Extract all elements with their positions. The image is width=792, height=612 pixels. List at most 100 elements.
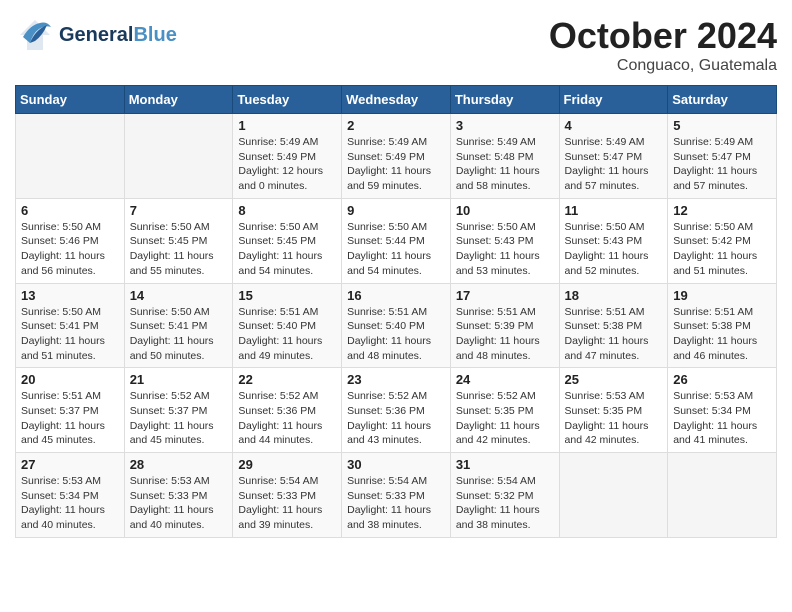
calendar-cell: 2Sunrise: 5:49 AM Sunset: 5:49 PM Daylig… [342, 114, 451, 199]
day-info: Sunrise: 5:52 AM Sunset: 5:36 PM Dayligh… [347, 389, 445, 448]
day-number: 20 [21, 372, 119, 387]
day-number: 27 [21, 457, 119, 472]
day-number: 17 [456, 288, 554, 303]
calendar-cell: 16Sunrise: 5:51 AM Sunset: 5:40 PM Dayli… [342, 283, 451, 368]
day-number: 22 [238, 372, 336, 387]
calendar-cell: 17Sunrise: 5:51 AM Sunset: 5:39 PM Dayli… [450, 283, 559, 368]
day-info: Sunrise: 5:49 AM Sunset: 5:47 PM Dayligh… [565, 135, 663, 194]
day-info: Sunrise: 5:54 AM Sunset: 5:32 PM Dayligh… [456, 474, 554, 533]
week-row-3: 13 Sunrise: 5:50 AM Sunset: 5:41 PM Dayli… [16, 283, 777, 368]
day-info: Sunrise: 5:49 AM Sunset: 5:48 PM Dayligh… [456, 135, 554, 194]
week-row-4: 20 Sunrise: 5:51 AM Sunset: 5:37 PM Dayli… [16, 368, 777, 453]
day-number: 12 [673, 203, 771, 218]
day-info: Sunrise: 5:50 AM Sunset: 5:43 PM Dayligh… [565, 220, 663, 279]
day-number: 15 [238, 288, 336, 303]
day-number: 24 [456, 372, 554, 387]
calendar-cell: 28Sunrise: 5:53 AM Sunset: 5:33 PM Dayli… [124, 453, 233, 538]
day-info: Sunrise: 5:50 AM Sunset: 5:43 PM Dayligh… [456, 220, 554, 279]
day-number: 8 [238, 203, 336, 218]
calendar-cell: 25 Sunrise: 5:53 AM Sunset: 5:35 PM Dayli… [559, 368, 668, 453]
day-info: Sunrise: 5:54 AM Sunset: 5:33 PM Dayligh… [347, 474, 445, 533]
logo: GeneralBlue [15, 15, 177, 55]
calendar-cell [559, 453, 668, 538]
calendar-cell: 29Sunrise: 5:54 AM Sunset: 5:33 PM Dayli… [233, 453, 342, 538]
calendar-cell: 6 Sunrise: 5:50 AM Sunset: 5:46 PM Daylig… [16, 198, 125, 283]
location: Conguaco, Guatemala [549, 57, 777, 75]
calendar-cell: 12 Sunrise: 5:50 AM Sunset: 5:42 PM Dayli… [668, 198, 777, 283]
day-info: Sunrise: 5:50 AM Sunset: 5:41 PM Dayligh… [21, 305, 119, 364]
day-info: Sunrise: 5:49 AM Sunset: 5:49 PM Dayligh… [238, 135, 336, 194]
logo-general-text: General [59, 24, 133, 47]
day-number: 7 [130, 203, 228, 218]
month-title: October 2024 [549, 15, 777, 57]
day-number: 3 [456, 118, 554, 133]
day-number: 19 [673, 288, 771, 303]
day-info: Sunrise: 5:49 AM Sunset: 5:47 PM Dayligh… [673, 135, 771, 194]
weekday-header-monday: Monday [124, 86, 233, 114]
day-number: 11 [565, 203, 663, 218]
title-section: October 2024 Conguaco, Guatemala [549, 15, 777, 75]
calendar-cell: 26 Sunrise: 5:53 AM Sunset: 5:34 PM Dayli… [668, 368, 777, 453]
calendar-cell: 24 Sunrise: 5:52 AM Sunset: 5:35 PM Dayli… [450, 368, 559, 453]
day-number: 1 [238, 118, 336, 133]
day-info: Sunrise: 5:54 AM Sunset: 5:33 PM Dayligh… [238, 474, 336, 533]
day-info: Sunrise: 5:50 AM Sunset: 5:45 PM Dayligh… [130, 220, 228, 279]
day-info: Sunrise: 5:49 AM Sunset: 5:49 PM Dayligh… [347, 135, 445, 194]
calendar-cell: 10 Sunrise: 5:50 AM Sunset: 5:43 PM Dayli… [450, 198, 559, 283]
day-number: 23 [347, 372, 445, 387]
logo-icon [15, 15, 55, 55]
logo-blue-text: Blue [133, 24, 176, 47]
day-info: Sunrise: 5:51 AM Sunset: 5:38 PM Dayligh… [673, 305, 771, 364]
day-number: 4 [565, 118, 663, 133]
calendar-cell: 3 Sunrise: 5:49 AM Sunset: 5:48 PM Daylig… [450, 114, 559, 199]
day-info: Sunrise: 5:51 AM Sunset: 5:38 PM Dayligh… [565, 305, 663, 364]
calendar-cell: 1 Sunrise: 5:49 AM Sunset: 5:49 PM Daylig… [233, 114, 342, 199]
day-info: Sunrise: 5:50 AM Sunset: 5:42 PM Dayligh… [673, 220, 771, 279]
weekday-header-wednesday: Wednesday [342, 86, 451, 114]
day-number: 13 [21, 288, 119, 303]
weekday-header-thursday: Thursday [450, 86, 559, 114]
weekday-header-friday: Friday [559, 86, 668, 114]
calendar-cell: 30Sunrise: 5:54 AM Sunset: 5:33 PM Dayli… [342, 453, 451, 538]
calendar-cell: 14Sunrise: 5:50 AM Sunset: 5:41 PM Dayli… [124, 283, 233, 368]
day-number: 25 [565, 372, 663, 387]
day-info: Sunrise: 5:53 AM Sunset: 5:35 PM Dayligh… [565, 389, 663, 448]
calendar-cell: 8 Sunrise: 5:50 AM Sunset: 5:45 PM Daylig… [233, 198, 342, 283]
day-info: Sunrise: 5:50 AM Sunset: 5:45 PM Dayligh… [238, 220, 336, 279]
week-row-1: 1 Sunrise: 5:49 AM Sunset: 5:49 PM Daylig… [16, 114, 777, 199]
day-number: 18 [565, 288, 663, 303]
calendar-cell: 31Sunrise: 5:54 AM Sunset: 5:32 PM Dayli… [450, 453, 559, 538]
day-number: 14 [130, 288, 228, 303]
weekday-header-row: SundayMondayTuesdayWednesdayThursdayFrid… [16, 86, 777, 114]
week-row-5: 27 Sunrise: 5:53 AM Sunset: 5:34 PM Dayli… [16, 453, 777, 538]
day-number: 10 [456, 203, 554, 218]
calendar-cell: 11 Sunrise: 5:50 AM Sunset: 5:43 PM Dayli… [559, 198, 668, 283]
day-info: Sunrise: 5:50 AM Sunset: 5:44 PM Dayligh… [347, 220, 445, 279]
day-number: 28 [130, 457, 228, 472]
day-number: 21 [130, 372, 228, 387]
calendar-table: SundayMondayTuesdayWednesdayThursdayFrid… [15, 85, 777, 538]
calendar-cell [16, 114, 125, 199]
calendar-cell: 7 Sunrise: 5:50 AM Sunset: 5:45 PM Daylig… [124, 198, 233, 283]
day-info: Sunrise: 5:51 AM Sunset: 5:40 PM Dayligh… [238, 305, 336, 364]
calendar-cell: 4 Sunrise: 5:49 AM Sunset: 5:47 PM Daylig… [559, 114, 668, 199]
day-info: Sunrise: 5:50 AM Sunset: 5:46 PM Dayligh… [21, 220, 119, 279]
calendar-cell: 21Sunrise: 5:52 AM Sunset: 5:37 PM Dayli… [124, 368, 233, 453]
day-info: Sunrise: 5:51 AM Sunset: 5:37 PM Dayligh… [21, 389, 119, 448]
day-info: Sunrise: 5:52 AM Sunset: 5:35 PM Dayligh… [456, 389, 554, 448]
week-row-2: 6 Sunrise: 5:50 AM Sunset: 5:46 PM Daylig… [16, 198, 777, 283]
calendar-cell: 22 Sunrise: 5:52 AM Sunset: 5:36 PM Dayli… [233, 368, 342, 453]
day-info: Sunrise: 5:53 AM Sunset: 5:34 PM Dayligh… [673, 389, 771, 448]
calendar-cell [124, 114, 233, 199]
day-info: Sunrise: 5:53 AM Sunset: 5:34 PM Dayligh… [21, 474, 119, 533]
calendar-cell: 27 Sunrise: 5:53 AM Sunset: 5:34 PM Dayli… [16, 453, 125, 538]
weekday-header-sunday: Sunday [16, 86, 125, 114]
calendar-cell: 20 Sunrise: 5:51 AM Sunset: 5:37 PM Dayli… [16, 368, 125, 453]
weekday-header-saturday: Saturday [668, 86, 777, 114]
day-info: Sunrise: 5:52 AM Sunset: 5:36 PM Dayligh… [238, 389, 336, 448]
calendar-cell: 5Sunrise: 5:49 AM Sunset: 5:47 PM Daylig… [668, 114, 777, 199]
day-number: 6 [21, 203, 119, 218]
day-number: 26 [673, 372, 771, 387]
calendar-cell [668, 453, 777, 538]
day-info: Sunrise: 5:51 AM Sunset: 5:40 PM Dayligh… [347, 305, 445, 364]
